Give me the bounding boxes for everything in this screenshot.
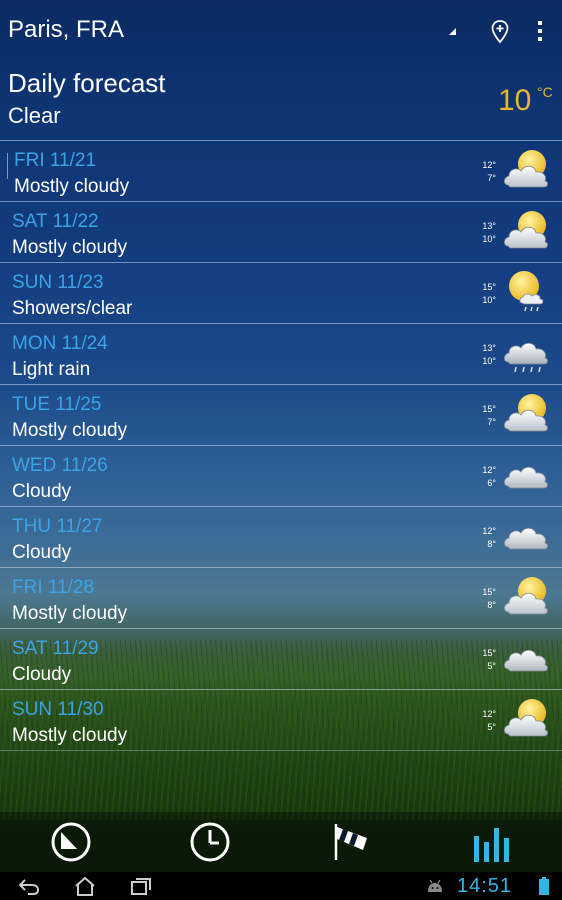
forecast-description: Light rain [12, 359, 91, 380]
forecast-low-temp: 10° [482, 234, 496, 244]
mostly-cloudy-icon [502, 696, 552, 742]
forecast-description: Cloudy [12, 664, 72, 685]
forecast-row[interactable]: THU 11/27 Cloudy 12° 8° [0, 506, 562, 567]
mostly-cloudy-icon [502, 391, 552, 437]
windsock-icon[interactable] [327, 818, 375, 866]
android-notification-icon [428, 879, 442, 892]
forecast-description: Mostly cloudy [12, 237, 128, 258]
forecast-low-temp: 10° [482, 356, 496, 366]
system-navigation-bar: 14:51 [0, 872, 562, 900]
bottom-tab-bar [0, 812, 562, 872]
mostly-cloudy-icon [502, 147, 552, 193]
daily-forecast-list: FRI 11/21 Mostly cloudy 12° 7° SAT 11/22 Most… [0, 140, 562, 751]
forecast-high-temp: 13° [482, 343, 496, 353]
forecast-high-temp: 12° [482, 526, 496, 536]
forecast-low-temp: 5° [487, 722, 496, 732]
light-rain-icon [502, 330, 552, 376]
cloudy-icon [502, 513, 552, 559]
forecast-low-temp: 7° [487, 417, 496, 427]
forecast-date: FRI 11/21 [14, 150, 97, 171]
forecast-high-temp: 12° [482, 709, 496, 719]
page-title: Daily forecast [8, 68, 166, 98]
forecast-low-temp: 5° [487, 661, 496, 671]
forecast-date: SUN 11/30 [12, 699, 104, 720]
forecast-high-temp: 13° [482, 221, 496, 231]
mostly-cloudy-icon [502, 208, 552, 254]
forecast-high-temp: 15° [482, 587, 496, 597]
forecast-date: SAT 11/29 [12, 638, 99, 659]
forecast-description: Mostly cloudy [12, 420, 128, 441]
status-clock: 14:51 [457, 875, 513, 897]
forecast-description: Showers/clear [12, 298, 133, 319]
forecast-date: TUE 11/25 [12, 394, 102, 415]
temperature-unit: °C [537, 84, 553, 100]
action-bar: Paris, FRA [0, 0, 562, 62]
forecast-description: Mostly cloudy [14, 176, 130, 197]
forecast-row[interactable]: SUN 11/30 Mostly cloudy 12° 5° [0, 689, 562, 751]
forecast-row[interactable]: TUE 11/25 Mostly cloudy 15° 7° [0, 384, 562, 445]
current-condition: Clear [8, 103, 61, 128]
forecast-low-temp: 8° [487, 600, 496, 610]
home-icon[interactable] [73, 875, 97, 897]
current-temperature: 10 [498, 84, 532, 117]
forecast-description: Mostly cloudy [12, 725, 128, 746]
forecast-high-temp: 12° [482, 465, 496, 475]
dropdown-indicator-icon[interactable] [449, 28, 456, 35]
battery-icon [539, 877, 549, 895]
forecast-high-temp: 15° [482, 282, 496, 292]
forecast-date: WED 11/26 [12, 455, 108, 476]
forecast-high-temp: 12° [482, 160, 496, 170]
forecast-description: Cloudy [12, 481, 72, 502]
forecast-description: Mostly cloudy [12, 603, 128, 624]
forecast-date: THU 11/27 [12, 516, 103, 537]
forecast-row[interactable]: SAT 11/22 Mostly cloudy 13° 10° [0, 201, 562, 262]
forecast-row[interactable]: SUN 11/23 Showers/clear 15° 10° [0, 262, 562, 323]
location-pin-icon[interactable] [491, 20, 509, 44]
recent-apps-icon[interactable] [129, 875, 153, 897]
forecast-low-temp: 6° [487, 478, 496, 488]
mostly-cloudy-icon [502, 574, 552, 620]
showers-clear-icon [502, 269, 552, 315]
weather-app-screen: Paris, FRA Daily forecast Clear 10 °C FR… [0, 0, 562, 900]
current-conditions-icon[interactable] [47, 818, 95, 866]
bar-chart-icon[interactable] [468, 818, 516, 866]
forecast-high-temp: 15° [482, 648, 496, 658]
forecast-row[interactable]: FRI 11/21 Mostly cloudy 12° 7° [0, 140, 562, 201]
forecast-row[interactable]: MON 11/24 Light rain 13° 10° [0, 323, 562, 384]
clock-icon[interactable] [186, 818, 234, 866]
cloudy-icon [502, 635, 552, 681]
forecast-date: SUN 11/23 [12, 272, 104, 293]
overflow-menu-icon[interactable] [536, 20, 544, 42]
city-selector[interactable]: Paris, FRA [8, 16, 124, 44]
forecast-row[interactable]: SAT 11/29 Cloudy 15° 5° [0, 628, 562, 689]
back-icon[interactable] [17, 875, 41, 897]
cloudy-icon [502, 452, 552, 498]
forecast-description: Cloudy [12, 542, 72, 563]
forecast-high-temp: 15° [482, 404, 496, 414]
forecast-date: MON 11/24 [12, 333, 108, 354]
forecast-row[interactable]: FRI 11/28 Mostly cloudy 15° 8° [0, 567, 562, 628]
forecast-low-temp: 10° [482, 295, 496, 305]
forecast-low-temp: 7° [487, 173, 496, 183]
forecast-date: FRI 11/28 [12, 577, 95, 598]
forecast-row[interactable]: WED 11/26 Cloudy 12° 6° [0, 445, 562, 506]
forecast-low-temp: 8° [487, 539, 496, 549]
forecast-date: SAT 11/22 [12, 211, 99, 232]
